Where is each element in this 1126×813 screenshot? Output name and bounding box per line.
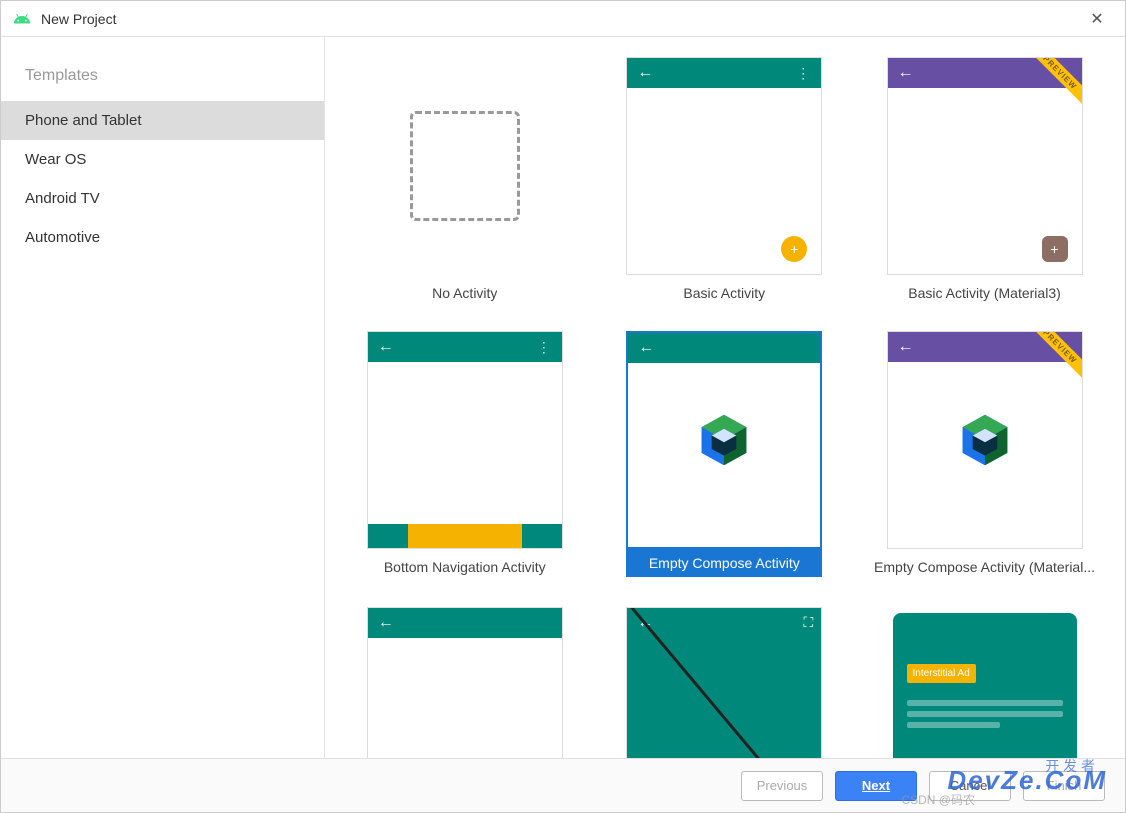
- sidebar-item-phone-and-tablet[interactable]: Phone and Tablet: [1, 101, 324, 140]
- back-arrow-icon: ←: [898, 64, 914, 82]
- template-basic-m3[interactable]: ←⋮PREVIEW+Basic Activity (Material3): [874, 57, 1095, 301]
- back-arrow-icon: ←: [378, 338, 394, 356]
- fullscreen-icon: ⛶: [803, 614, 813, 631]
- back-arrow-icon: ←: [638, 339, 654, 357]
- close-icon[interactable]: ✕: [1081, 9, 1113, 29]
- back-arrow-icon: ←: [637, 64, 653, 82]
- template-basic[interactable]: ← ⋮ + Basic Activity: [615, 57, 835, 301]
- sidebar-item-wear-os[interactable]: Wear OS: [1, 140, 324, 179]
- sidebar-item-automotive[interactable]: Automotive: [1, 218, 324, 257]
- template-compose[interactable]: ← Empty Compose Activity: [615, 331, 835, 577]
- window-title: New Project: [41, 11, 1081, 27]
- template-bottom-nav[interactable]: ← ⋮ Bottom Navigation Activity: [355, 331, 575, 577]
- footer: Previous Next Cancel Finish: [1, 758, 1125, 812]
- cancel-button[interactable]: Cancel: [929, 771, 1011, 801]
- back-arrow-icon: ←: [378, 614, 394, 632]
- fab-icon: +: [1042, 236, 1068, 262]
- template-caption: No Activity: [432, 285, 497, 301]
- template-ad[interactable]: Interstitial Ad: [874, 607, 1095, 758]
- sidebar: Templates Phone and TabletWear OSAndroid…: [1, 37, 325, 758]
- template-gallery: No Activity←⋮+Basic Activity←⋮PREVIEW+Ba…: [325, 37, 1125, 758]
- previous-button: Previous: [741, 771, 823, 801]
- next-button[interactable]: Next: [835, 771, 917, 801]
- android-icon: [13, 10, 31, 28]
- template-caption: Basic Activity: [683, 285, 765, 301]
- overflow-icon: ⋮: [537, 339, 552, 356]
- sidebar-header: Templates: [1, 57, 324, 101]
- template-caption: Bottom Navigation Activity: [384, 559, 546, 575]
- template-empty[interactable]: ←: [355, 607, 575, 758]
- template-compose-m3[interactable]: ←PREVIEW Empty Compose Activity (Materia…: [874, 331, 1095, 577]
- template-none[interactable]: No Activity: [355, 57, 575, 301]
- titlebar: New Project ✕: [1, 1, 1125, 37]
- template-fullscreen[interactable]: ←⛶: [615, 607, 835, 758]
- template-caption: Basic Activity (Material3): [908, 285, 1060, 301]
- sidebar-item-android-tv[interactable]: Android TV: [1, 179, 324, 218]
- overflow-icon: ⋮: [796, 65, 811, 82]
- finish-button: Finish: [1023, 771, 1105, 801]
- template-caption: Empty Compose Activity: [626, 549, 822, 577]
- fab-icon: +: [781, 236, 807, 262]
- back-arrow-icon: ←: [898, 338, 914, 356]
- template-caption: Empty Compose Activity (Material...: [874, 559, 1095, 575]
